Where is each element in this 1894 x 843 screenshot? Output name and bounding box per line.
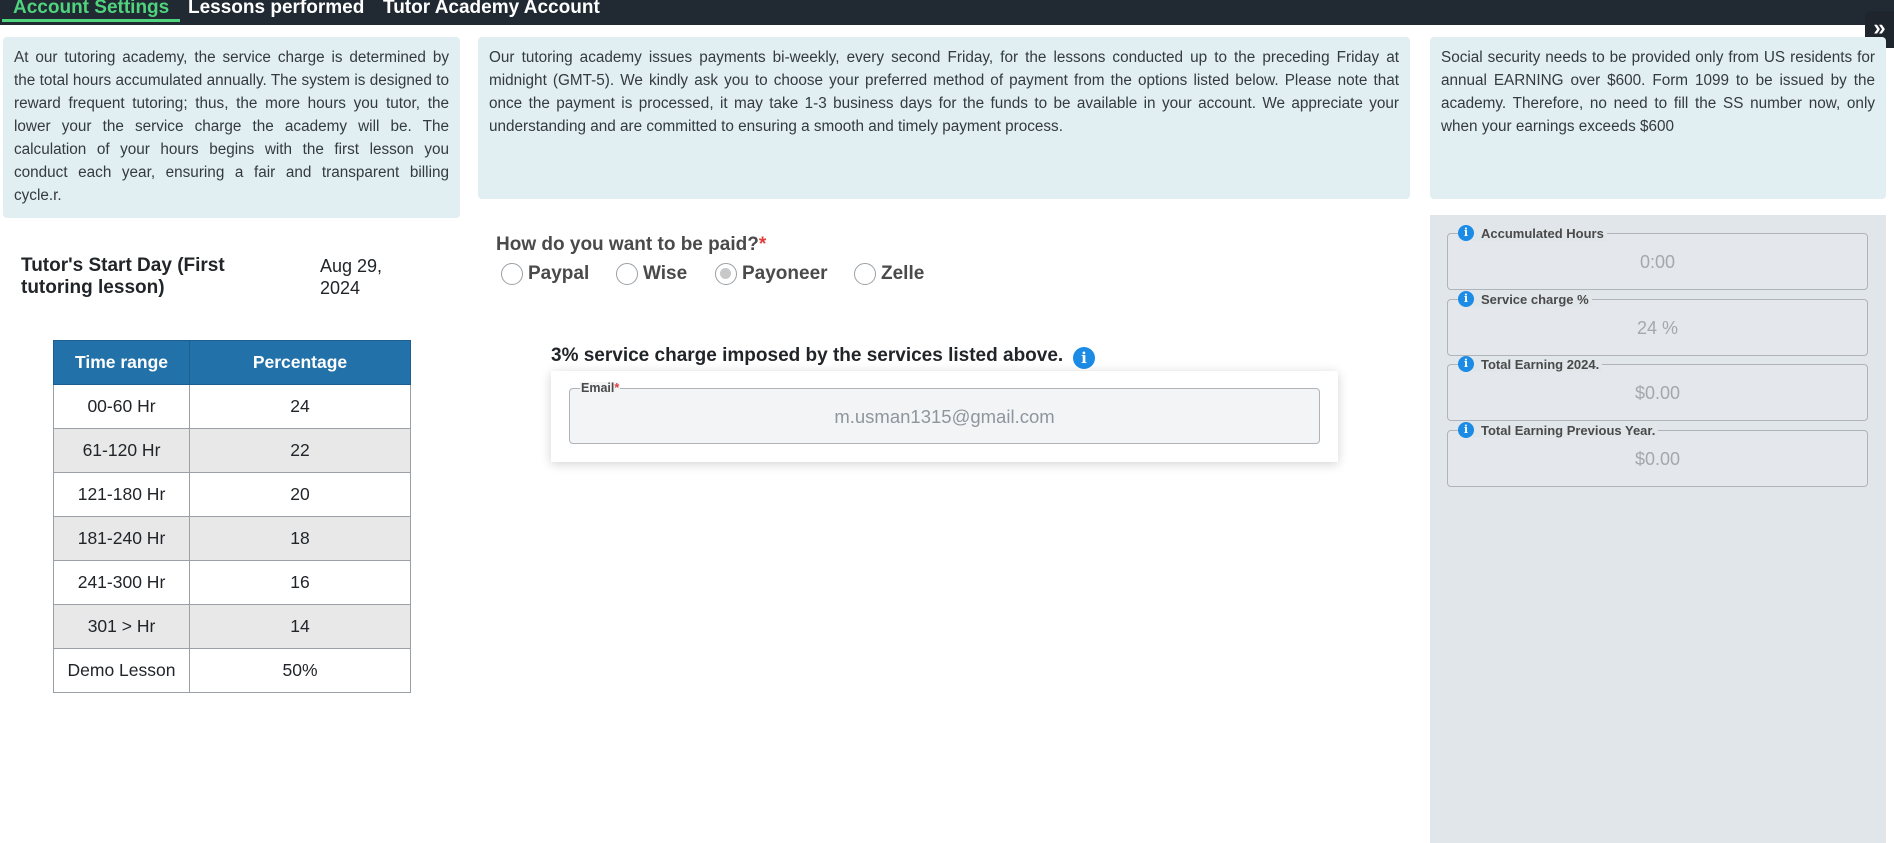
time-range-cell: 00-60 Hr bbox=[53, 384, 190, 429]
radio-button[interactable] bbox=[501, 263, 523, 285]
column-header-percentage: Percentage bbox=[189, 340, 411, 385]
radio-button[interactable] bbox=[854, 263, 876, 285]
tab-account-settings[interactable]: Account Settings bbox=[2, 0, 181, 22]
info-icon[interactable]: i bbox=[1458, 225, 1474, 241]
info-icon[interactable]: i bbox=[1073, 347, 1095, 369]
field-legend: i Accumulated Hours bbox=[1458, 225, 1607, 241]
email-card: Email* m.usman1315@gmail.com bbox=[551, 371, 1338, 462]
percentage-cell: 24 bbox=[189, 384, 411, 429]
field-label: Service charge % bbox=[1481, 291, 1589, 307]
radio-wise[interactable]: Wise bbox=[616, 261, 687, 287]
service-charge-table: Time range Percentage 00-60 Hr 24 61-120… bbox=[53, 340, 411, 693]
radio-label: Paypal bbox=[528, 263, 590, 284]
time-range-cell: 301 > Hr bbox=[53, 604, 190, 649]
field-legend: i Service charge % bbox=[1458, 291, 1592, 307]
percentage-cell: 14 bbox=[189, 604, 411, 649]
tab-lessons-performed[interactable]: Lessons performed bbox=[188, 0, 364, 22]
service-charge-info: At our tutoring academy, the service cha… bbox=[3, 37, 460, 218]
email-field-label: Email* bbox=[580, 381, 621, 395]
table-row: 121-180 Hr 20 bbox=[53, 472, 411, 517]
radio-label: Wise bbox=[643, 263, 688, 284]
radio-label: Zelle bbox=[881, 263, 925, 284]
time-range-cell: 121-180 Hr bbox=[53, 472, 190, 517]
radio-payoneer[interactable]: Payoneer bbox=[715, 261, 828, 287]
radio-button-selected[interactable] bbox=[715, 263, 737, 285]
field-label: Accumulated Hours bbox=[1481, 225, 1604, 241]
social-security-info: Social security needs to be provided onl… bbox=[1430, 37, 1886, 199]
radio-zelle[interactable]: Zelle bbox=[854, 261, 924, 287]
total-earning-previous-year-field: i Total Earning Previous Year. $0.00 bbox=[1447, 422, 1868, 487]
percentage-cell: 50% bbox=[189, 648, 411, 693]
total-earning-current-year-field: i Total Earning 2024. $0.00 bbox=[1447, 356, 1868, 421]
email-field[interactable]: Email* m.usman1315@gmail.com bbox=[569, 382, 1320, 444]
payment-question-text: How do you want to be paid? bbox=[496, 234, 759, 255]
percentage-cell: 16 bbox=[189, 560, 411, 605]
field-value: $0.00 bbox=[1634, 383, 1681, 403]
start-day-label: Tutor's Start Day (First tutoring lesson… bbox=[21, 255, 225, 298]
top-nav: Account Settings Lessons performed Tutor… bbox=[0, 0, 1894, 25]
required-asterisk: * bbox=[758, 234, 767, 255]
table-row: 181-240 Hr 18 bbox=[53, 516, 411, 561]
payment-schedule-info: Our tutoring academy issues payments bi-… bbox=[478, 37, 1410, 199]
earnings-panel: i Accumulated Hours 0:00 i Service charg… bbox=[1430, 215, 1886, 843]
time-range-cell: 61-120 Hr bbox=[53, 428, 190, 473]
percentage-cell: 22 bbox=[189, 428, 411, 473]
time-range-cell: 241-300 Hr bbox=[53, 560, 190, 605]
field-value: $0.00 bbox=[1634, 449, 1681, 469]
field-value: 24 % bbox=[1636, 318, 1679, 338]
field-value: 0:00 bbox=[1639, 252, 1676, 272]
field-legend: i Total Earning Previous Year. bbox=[1458, 422, 1659, 438]
table-row: 00-60 Hr 24 bbox=[53, 384, 411, 429]
time-range-cell: Demo Lesson bbox=[53, 648, 190, 693]
email-label-text: Email bbox=[581, 381, 615, 395]
field-legend: i Total Earning 2024. bbox=[1458, 356, 1603, 372]
percentage-cell: 18 bbox=[189, 516, 411, 561]
field-label: Total Earning 2024. bbox=[1481, 356, 1600, 372]
payment-method-question: How do you want to be paid?* bbox=[496, 234, 766, 256]
start-day-value: Aug 29, 2024 bbox=[320, 256, 383, 298]
table-header-row: Time range Percentage bbox=[53, 340, 411, 385]
radio-paypal[interactable]: Paypal bbox=[501, 261, 589, 287]
table-row: Demo Lesson 50% bbox=[53, 648, 411, 693]
percentage-cell: 20 bbox=[189, 472, 411, 517]
required-asterisk: * bbox=[614, 381, 620, 395]
table-row: 301 > Hr 14 bbox=[53, 604, 411, 649]
table-row: 61-120 Hr 22 bbox=[53, 428, 411, 473]
info-icon[interactable]: i bbox=[1458, 422, 1474, 438]
accumulated-hours-field: i Accumulated Hours 0:00 bbox=[1447, 225, 1868, 290]
tab-tutor-academy-account[interactable]: Tutor Academy Account bbox=[383, 0, 600, 22]
table-row: 241-300 Hr 16 bbox=[53, 560, 411, 605]
info-icon[interactable]: i bbox=[1458, 291, 1474, 307]
radio-label: Payoneer bbox=[742, 263, 828, 284]
info-icon[interactable]: i bbox=[1458, 356, 1474, 372]
service-charge-field: i Service charge % 24 % bbox=[1447, 291, 1868, 356]
time-range-cell: 181-240 Hr bbox=[53, 516, 190, 561]
radio-button[interactable] bbox=[616, 263, 638, 285]
service-charge-note: 3% service charge imposed by the service… bbox=[551, 345, 1064, 366]
field-label: Total Earning Previous Year. bbox=[1481, 422, 1656, 438]
email-value[interactable]: m.usman1315@gmail.com bbox=[570, 406, 1319, 428]
column-header-time-range: Time range bbox=[53, 340, 190, 385]
